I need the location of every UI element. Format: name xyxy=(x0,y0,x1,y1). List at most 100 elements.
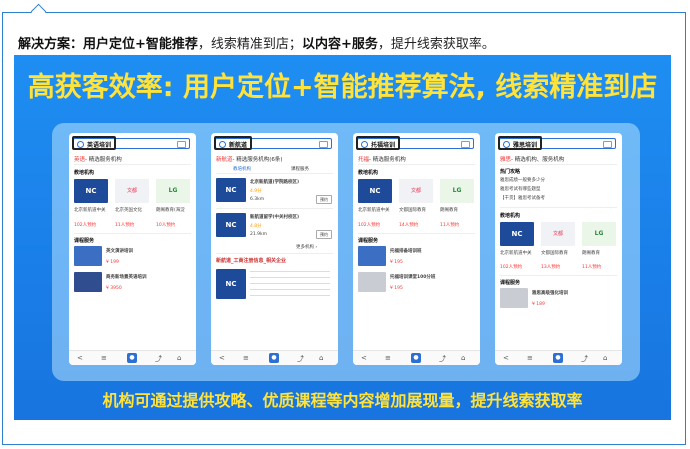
org-name[interactable]: 文都国际教育 xyxy=(541,250,568,256)
org-name[interactable]: 朗阁教育 xyxy=(582,250,600,256)
company-desc xyxy=(250,271,330,301)
course-thumb[interactable] xyxy=(74,272,102,292)
more-orgs-link[interactable]: 更多机构 › xyxy=(296,244,317,250)
bottom-nav: < ≡ ● ⤴ ⌂ xyxy=(69,350,196,365)
course-thumb[interactable] xyxy=(500,288,528,308)
menu-icon[interactable]: ≡ xyxy=(243,354,249,362)
org-count: 11人预约 xyxy=(582,265,602,270)
org-name[interactable]: 朗阁教育 xyxy=(440,207,458,213)
logo-wd[interactable]: 文都 xyxy=(399,179,433,203)
course-thumb[interactable] xyxy=(358,272,386,292)
search-box[interactable]: 新航道 xyxy=(214,136,332,150)
org-count: 13人预约 xyxy=(541,265,561,270)
logo-xhd[interactable]: NC xyxy=(358,179,392,203)
org-name[interactable]: 文都国际教育 xyxy=(399,207,426,213)
section-org: 教培机构 xyxy=(358,170,379,176)
logo-xhd[interactable]: NC xyxy=(74,179,108,203)
org-count: 14人预约 xyxy=(399,223,419,228)
share-icon[interactable]: ⤴ xyxy=(581,354,588,364)
course-price: ¥ 199 xyxy=(106,260,119,265)
course-name[interactable]: 英文演讲培训 xyxy=(106,248,133,254)
caption-label: 解决方案： xyxy=(18,37,84,52)
logo-wd[interactable]: 文都 xyxy=(115,179,149,203)
search-box[interactable]: 英语培训 xyxy=(72,136,190,150)
logo-xhd[interactable]: NC xyxy=(216,178,246,202)
section-org: 教培机构 xyxy=(500,213,521,219)
course-name[interactable]: 托福培训课堂100分班 xyxy=(390,274,435,280)
menu-icon[interactable]: ≡ xyxy=(385,354,391,362)
back-icon[interactable]: < xyxy=(503,354,509,362)
search-icon xyxy=(503,141,510,148)
course-thumb[interactable] xyxy=(74,246,102,266)
org-name[interactable]: 北京新航道中关 xyxy=(500,250,532,256)
logo-lg[interactable]: LG xyxy=(156,179,190,203)
home-icon[interactable]: ⌂ xyxy=(177,354,181,362)
org-name[interactable]: 北京英国文化 xyxy=(115,207,142,213)
bottom-nav: < ≡ ● ⤴ ⌂ xyxy=(353,350,480,365)
logo-lg[interactable]: LG xyxy=(440,179,474,203)
org-count: 10人预约 xyxy=(156,223,176,228)
course-name[interactable]: 托福排备培训班 xyxy=(390,248,422,254)
search-box[interactable]: 托福培训 xyxy=(356,136,474,150)
tip-link[interactable]: 雅思考试有哪些题型 xyxy=(500,186,541,192)
section-company[interactable]: 新航道_工商注册信息_相关企业 xyxy=(216,257,286,264)
logo-xhd[interactable]: NC xyxy=(500,222,534,246)
share-icon[interactable]: ⤴ xyxy=(297,354,304,364)
logo-wd[interactable]: 文都 xyxy=(541,222,575,246)
book-button[interactable]: 预约 xyxy=(316,230,332,239)
logo-xhd[interactable]: NC xyxy=(216,269,246,299)
home-icon[interactable]: ⌂ xyxy=(461,354,465,362)
tab-course[interactable]: 课程服务 xyxy=(291,166,309,172)
org-distance: 21.9km xyxy=(250,232,268,237)
menu-icon[interactable]: ≡ xyxy=(101,354,107,362)
search-query: 新航道 xyxy=(229,142,248,149)
logo-xhd[interactable]: NC xyxy=(216,213,246,237)
tip-link[interactable]: 【干货】雅思考试备考 xyxy=(500,195,545,201)
mic-icon[interactable]: ● xyxy=(411,353,421,363)
tip-link[interactable]: 雅思成绩一般要多少分 xyxy=(500,177,545,183)
tab-org[interactable]: 教培机构 xyxy=(233,166,251,172)
book-button[interactable]: 预约 xyxy=(316,195,332,204)
camera-icon[interactable] xyxy=(319,141,328,148)
logo-lg[interactable]: LG xyxy=(582,222,616,246)
course-price: ¥ 195 xyxy=(390,286,403,291)
mic-icon[interactable]: ● xyxy=(269,353,279,363)
phone-screen-2: 新航道 新航道- 精选服务机构(6条) 教培机构 课程服务 NC 北京新航道(学… xyxy=(211,133,338,365)
org-name[interactable]: 新航道留学(中关村校区) xyxy=(250,214,299,220)
search-query: 托福培训 xyxy=(371,142,396,149)
course-thumb[interactable] xyxy=(358,246,386,266)
share-icon[interactable]: ⤴ xyxy=(155,354,162,364)
mic-icon[interactable]: ● xyxy=(553,353,563,363)
result-title: 雅思- 精选机构、服务机构 xyxy=(500,157,565,163)
banner-headline: 高获客效率: 用户定位+智能推荐算法, 线索精准到店 xyxy=(27,72,658,103)
course-price: ¥ 3950 xyxy=(106,286,122,291)
back-icon[interactable]: < xyxy=(219,354,225,362)
result-title: 英语- 精选服务机构 xyxy=(74,157,122,163)
home-icon[interactable]: ⌂ xyxy=(603,354,607,362)
result-title: 托福- 精选服务机构 xyxy=(358,157,406,163)
caption: 解决方案：用户定位+智能推荐，线索精准到店；以内容+服务，提升线索获取率。 xyxy=(18,33,495,52)
org-name[interactable]: 北京新航道中关 xyxy=(74,207,106,213)
search-box[interactable]: 雅思培训 xyxy=(498,136,616,150)
camera-icon[interactable] xyxy=(603,141,612,148)
home-icon[interactable]: ⌂ xyxy=(319,354,323,362)
org-name[interactable]: 北京新航道(学院路校区) xyxy=(250,179,299,185)
mic-icon[interactable]: ● xyxy=(127,353,137,363)
share-icon[interactable]: ⤴ xyxy=(439,354,446,364)
org-name[interactable]: 北京新航道中关 xyxy=(358,207,390,213)
menu-icon[interactable]: ≡ xyxy=(527,354,533,362)
back-icon[interactable]: < xyxy=(77,354,83,362)
camera-icon[interactable] xyxy=(177,141,186,148)
bottom-nav: < ≡ ● ⤴ ⌂ xyxy=(211,350,338,365)
org-distance: 6.3km xyxy=(250,197,265,202)
phone-screen-1: 英语培训 英语- 精选服务机构 教培机构 NC 文都 LG 北京新航道中关 北京… xyxy=(69,133,196,365)
course-name[interactable]: 雅思高级强化培训 xyxy=(532,290,568,296)
caption-part3: 以内容+服务 xyxy=(301,37,378,52)
org-name[interactable]: 朗阁教育(海淀 xyxy=(156,207,185,213)
caption-part4: ，提升线索获取率。 xyxy=(377,37,495,52)
course-name[interactable]: 商务新场景英语培训 xyxy=(106,274,147,280)
promo-banner: 高获客效率: 用户定位+智能推荐算法, 线索精准到店 英语培训 英语- 精选服务… xyxy=(14,55,671,420)
camera-icon[interactable] xyxy=(461,141,470,148)
back-icon[interactable]: < xyxy=(361,354,367,362)
bottom-nav: < ≡ ● ⤴ ⌂ xyxy=(495,350,622,365)
